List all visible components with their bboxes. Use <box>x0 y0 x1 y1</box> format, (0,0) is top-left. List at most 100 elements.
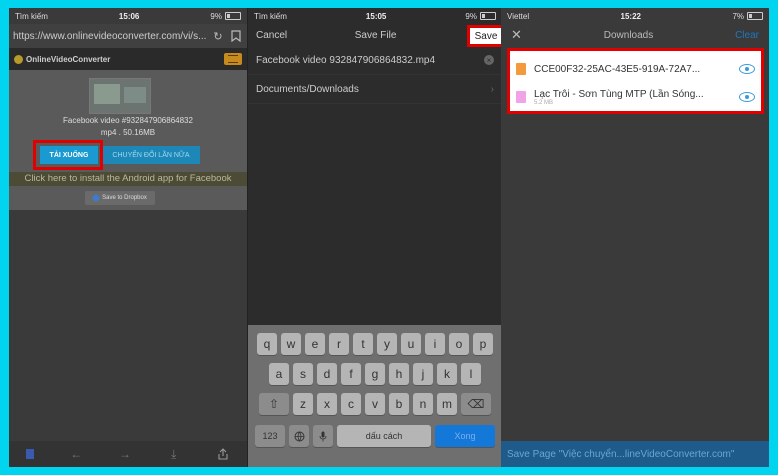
key-u[interactable]: u <box>401 333 421 355</box>
key-d[interactable]: d <box>317 363 337 385</box>
browser-panel: Tìm kiếm 15:06 9% https://www.onlinevide… <box>9 8 247 467</box>
android-app-banner[interactable]: Click here to install the Android app fo… <box>9 172 247 186</box>
hamburger-menu-button[interactable] <box>224 53 242 65</box>
numbers-key[interactable]: 123 <box>255 425 285 447</box>
carrier-label: Tìm kiếm <box>15 11 48 21</box>
video-meta: mp4 . 50.16MB <box>100 128 156 137</box>
key-s[interactable]: s <box>293 363 313 385</box>
key-o[interactable]: o <box>449 333 469 355</box>
bookmark-icon[interactable] <box>229 29 243 43</box>
clear-button[interactable]: Clear <box>735 30 759 41</box>
site-logo[interactable]: OnlineVideoConverter <box>14 54 111 64</box>
download-size: 5.2 MB <box>534 99 554 106</box>
save-button-highlight[interactable]: Save <box>467 25 502 47</box>
tab-icon[interactable] <box>26 449 35 459</box>
key-a[interactable]: a <box>269 363 289 385</box>
globe-key[interactable] <box>289 425 309 447</box>
key-j[interactable]: j <box>413 363 433 385</box>
status-bar: Viettel 15:22 7% <box>501 8 769 24</box>
convert-again-button[interactable]: CHUYỂN ĐỔI LẦN NỮA <box>102 146 200 164</box>
carrier-label: Tìm kiếm <box>254 11 287 21</box>
save-button[interactable]: Save <box>475 31 498 42</box>
save-file-title: Save File <box>354 29 397 41</box>
folder-row[interactable]: Documents/Downloads › <box>248 75 502 104</box>
logo-icon <box>14 54 23 64</box>
keyboard-row-2: asdfghjkl <box>248 363 502 385</box>
cancel-button[interactable]: Cancel <box>256 30 287 41</box>
key-c[interactable]: c <box>341 393 361 415</box>
delete-key[interactable]: ⌫ <box>461 393 491 415</box>
key-v[interactable]: v <box>365 393 385 415</box>
key-q[interactable]: q <box>257 333 277 355</box>
reload-icon[interactable]: ↻ <box>211 29 225 43</box>
key-h[interactable]: h <box>389 363 409 385</box>
key-p[interactable]: p <box>473 333 493 355</box>
download-text: CCE00F32-25AC-43E5-919A-72A7... <box>534 64 731 75</box>
downloads-list: CCE00F32-25AC-43E5-919A-72A7... Lạc Trôi… <box>507 48 764 114</box>
list-item[interactable]: Lạc Trôi - Sơn Tùng MTP (Lần Sóng... 5.2… <box>510 83 761 111</box>
key-w[interactable]: w <box>281 333 301 355</box>
save-to-dropbox-button[interactable]: Save to Dropbox <box>85 191 155 205</box>
close-icon[interactable]: ✕ <box>511 27 522 43</box>
download-name: Lạc Trôi - Sơn Tùng MTP (Lần Sóng... <box>534 88 704 100</box>
battery-icon <box>747 12 763 20</box>
back-icon[interactable]: ← <box>69 447 83 461</box>
save-file-navbar: Cancel Save File Save <box>248 24 502 47</box>
clear-text-icon[interactable]: × <box>484 55 494 65</box>
key-r[interactable]: r <box>329 333 349 355</box>
forward-icon[interactable]: → <box>118 447 132 461</box>
key-x[interactable]: x <box>317 393 337 415</box>
eye-icon[interactable] <box>739 64 755 74</box>
dropbox-icon <box>91 193 101 203</box>
key-l[interactable]: l <box>461 363 481 385</box>
save-page-bar[interactable]: Save Page "Việc chuyển...lineVideoConver… <box>501 441 769 467</box>
key-i[interactable]: i <box>425 333 445 355</box>
battery-icon <box>224 12 241 20</box>
video-name: Facebook video #932847906864832 <box>63 116 193 125</box>
filename-row[interactable]: Facebook video 932847906864832.mp4 × <box>248 46 502 75</box>
filename-input[interactable]: Facebook video 932847906864832.mp4 <box>256 55 435 66</box>
highlight-box <box>33 140 103 170</box>
shift-key[interactable]: ⇧ <box>259 393 289 415</box>
status-right: 9% <box>465 12 496 21</box>
keyboard-row-4: 123 dấu cách Xong <box>248 425 502 447</box>
key-m[interactable]: m <box>437 393 457 415</box>
key-y[interactable]: y <box>377 333 397 355</box>
battery-icon <box>479 12 496 20</box>
downloads-title: Downloads <box>603 29 654 41</box>
keyboard-row-3-letters: zxcvbnm <box>293 393 457 415</box>
clock-label: 15:06 <box>118 11 140 21</box>
file-icon <box>516 91 526 103</box>
eye-icon[interactable] <box>739 92 755 102</box>
video-thumbnail <box>89 78 151 114</box>
share-icon[interactable] <box>216 447 230 461</box>
downloads-navbar: ✕ Downloads Clear <box>501 24 769 46</box>
key-b[interactable]: b <box>389 393 409 415</box>
site-logo-text: OnlineVideoConverter <box>26 54 111 64</box>
key-k[interactable]: k <box>437 363 457 385</box>
dropbox-label: Save to Dropbox <box>102 195 147 201</box>
site-header: OnlineVideoConverter <box>9 48 247 70</box>
download-icon[interactable]: ⤓ <box>167 447 181 461</box>
key-g[interactable]: g <box>365 363 385 385</box>
keyboard-row-3: ⇧ zxcvbnm ⌫ <box>248 393 502 415</box>
status-right: 9% <box>210 12 241 21</box>
battery-percent: 9% <box>210 11 222 21</box>
key-n[interactable]: n <box>413 393 433 415</box>
space-key[interactable]: dấu cách <box>337 425 431 447</box>
url-text[interactable]: https://www.onlinevideoconverter.com/vi/… <box>13 31 207 42</box>
status-bar: Tìm kiếm 15:06 9% <box>9 8 247 24</box>
address-bar[interactable]: https://www.onlinevideoconverter.com/vi/… <box>9 24 247 48</box>
download-text: Lạc Trôi - Sơn Tùng MTP (Lần Sóng... 5.2… <box>534 89 731 106</box>
key-t[interactable]: t <box>353 333 373 355</box>
key-e[interactable]: e <box>305 333 325 355</box>
clock-label: 15:22 <box>620 11 641 21</box>
keyboard-row-1: qwertyuiop <box>248 333 502 355</box>
key-f[interactable]: f <box>341 363 361 385</box>
done-key[interactable]: Xong <box>435 425 495 447</box>
mic-key[interactable] <box>313 425 333 447</box>
list-item[interactable]: CCE00F32-25AC-43E5-919A-72A7... <box>510 55 761 83</box>
chevron-right-icon: › <box>490 83 494 95</box>
key-z[interactable]: z <box>293 393 313 415</box>
battery-percent: 7% <box>732 11 744 21</box>
